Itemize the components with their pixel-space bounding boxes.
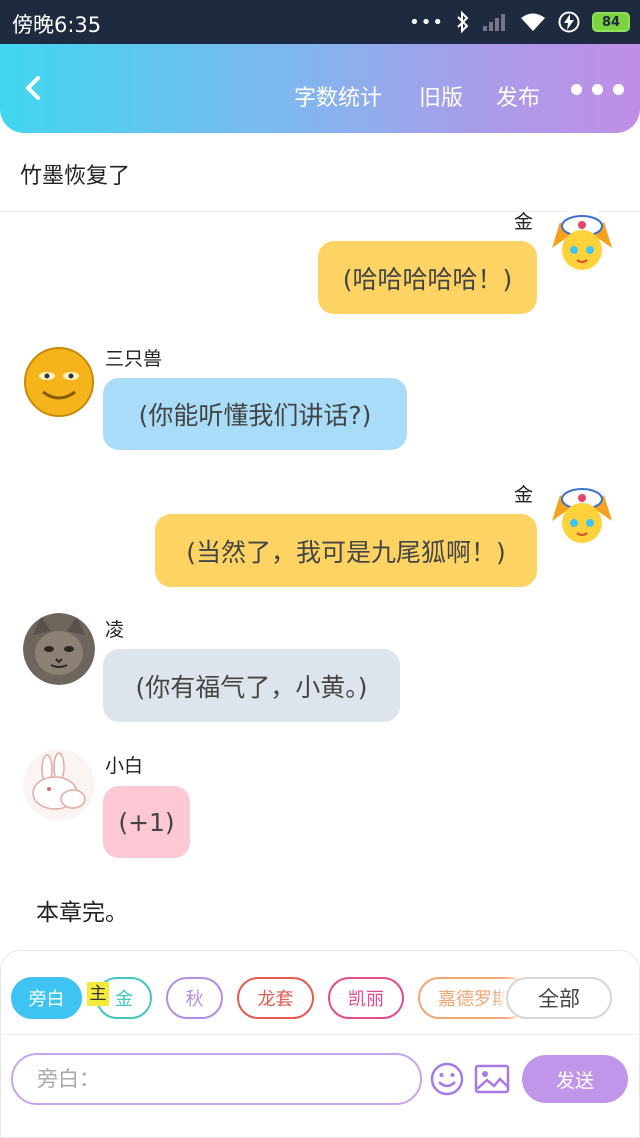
fox-avatar-icon[interactable] (546, 481, 618, 553)
bluetooth-icon (457, 11, 469, 33)
role-chip-narrator[interactable]: 旁白 (11, 977, 82, 1019)
fox-avatar-icon[interactable] (546, 208, 618, 280)
message-input[interactable] (13, 1055, 420, 1103)
role-chip-longtao[interactable]: 龙套 (237, 977, 314, 1019)
role-chip-qiu[interactable]: 秋 (166, 977, 223, 1019)
back-arrow-icon[interactable] (18, 70, 48, 106)
role-chip-kaili[interactable]: 凯丽 (328, 977, 404, 1019)
message-bubble[interactable]: (你有福气了，小黄。) (103, 649, 400, 722)
message-bubble[interactable]: (+1) (103, 786, 190, 858)
all-roles-button[interactable]: 全部 (506, 977, 612, 1019)
message-speaker: 凌 (105, 619, 125, 641)
cellular-signal-icon (483, 14, 505, 31)
message-speaker: 金 (514, 211, 534, 233)
image-icon[interactable] (474, 1061, 510, 1097)
message-speaker: 金 (514, 484, 534, 506)
message-bubble[interactable]: (你能听懂我们讲话?) (103, 378, 407, 450)
old-version-button[interactable]: 旧版 (419, 80, 463, 112)
rabbit-avatar-icon[interactable] (23, 749, 95, 821)
message-bubble[interactable]: (哈哈哈哈哈！) (318, 241, 537, 314)
divider (0, 1034, 640, 1035)
message-speaker: 三只兽 (105, 348, 163, 370)
more-notifications-icon: ••• (409, 11, 444, 33)
more-options-icon[interactable] (571, 84, 624, 95)
battery-indicator: 84 (592, 12, 630, 32)
word-count-button[interactable]: 字数统计 (294, 80, 382, 112)
status-bar: 傍晚6:35 ••• 84 (0, 0, 640, 44)
wifi-icon (521, 13, 545, 31)
message-speaker: 小白 (105, 755, 144, 777)
send-button[interactable]: 发送 (522, 1055, 628, 1103)
cat-avatar-icon[interactable] (23, 613, 95, 685)
status-time: 傍晚6:35 (12, 13, 102, 37)
chapter-title[interactable]: 竹墨恢复了 (20, 158, 130, 190)
publish-button[interactable]: 发布 (496, 80, 540, 112)
charging-icon (558, 11, 580, 33)
status-icons: ••• 84 (409, 8, 630, 36)
message-bubble[interactable]: (当然了，我可是九尾狐啊！) (155, 514, 537, 587)
divider (0, 211, 640, 212)
chapter-end-text[interactable]: 本章完。 (36, 893, 128, 927)
emoji-icon[interactable] (429, 1061, 465, 1097)
message-input-box[interactable] (11, 1053, 422, 1105)
main-role-tag: 主 (87, 982, 109, 1006)
smiley-avatar-icon[interactable] (23, 346, 95, 418)
app-header: 字数统计 旧版 发布 (0, 44, 640, 133)
